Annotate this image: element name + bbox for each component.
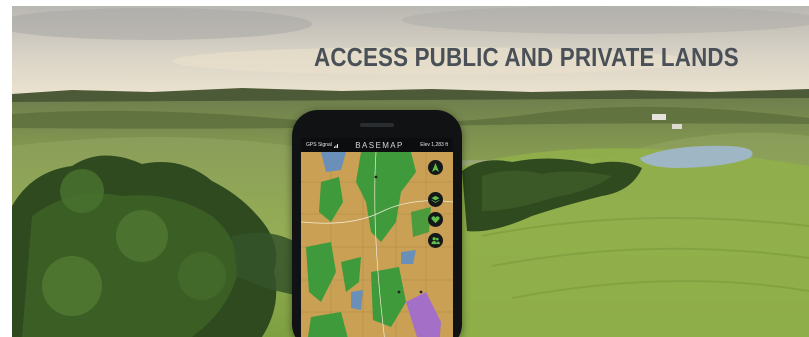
- navigation-button[interactable]: [428, 160, 443, 175]
- navigation-arrow-icon: [431, 163, 440, 172]
- gps-status: GPS Signal: [306, 142, 339, 148]
- elevation-readout: Elev 1,283 ft: [420, 142, 448, 148]
- signal-icon: [333, 143, 338, 148]
- hero-banner: ACCESS PUBLIC AND PRIVATE LANDS GPS Sign…: [12, 6, 809, 337]
- layers-icon: [431, 195, 440, 203]
- headline: ACCESS PUBLIC AND PRIVATE LANDS: [314, 42, 739, 72]
- phone-mockup: GPS Signal BASEMAP Elev 1,283 ft: [292, 110, 462, 337]
- heart-icon: [431, 216, 440, 224]
- app-status-bar: GPS Signal BASEMAP Elev 1,283 ft: [301, 138, 453, 152]
- favorites-button[interactable]: [428, 212, 443, 227]
- phone-speaker: [360, 123, 394, 127]
- phone-screen: GPS Signal BASEMAP Elev 1,283 ft: [301, 138, 453, 337]
- gps-label: GPS Signal: [306, 142, 332, 148]
- layers-button[interactable]: [428, 192, 443, 207]
- friends-icon: [431, 237, 440, 245]
- app-logo: BASEMAP: [355, 140, 404, 150]
- friends-button[interactable]: [428, 233, 443, 248]
